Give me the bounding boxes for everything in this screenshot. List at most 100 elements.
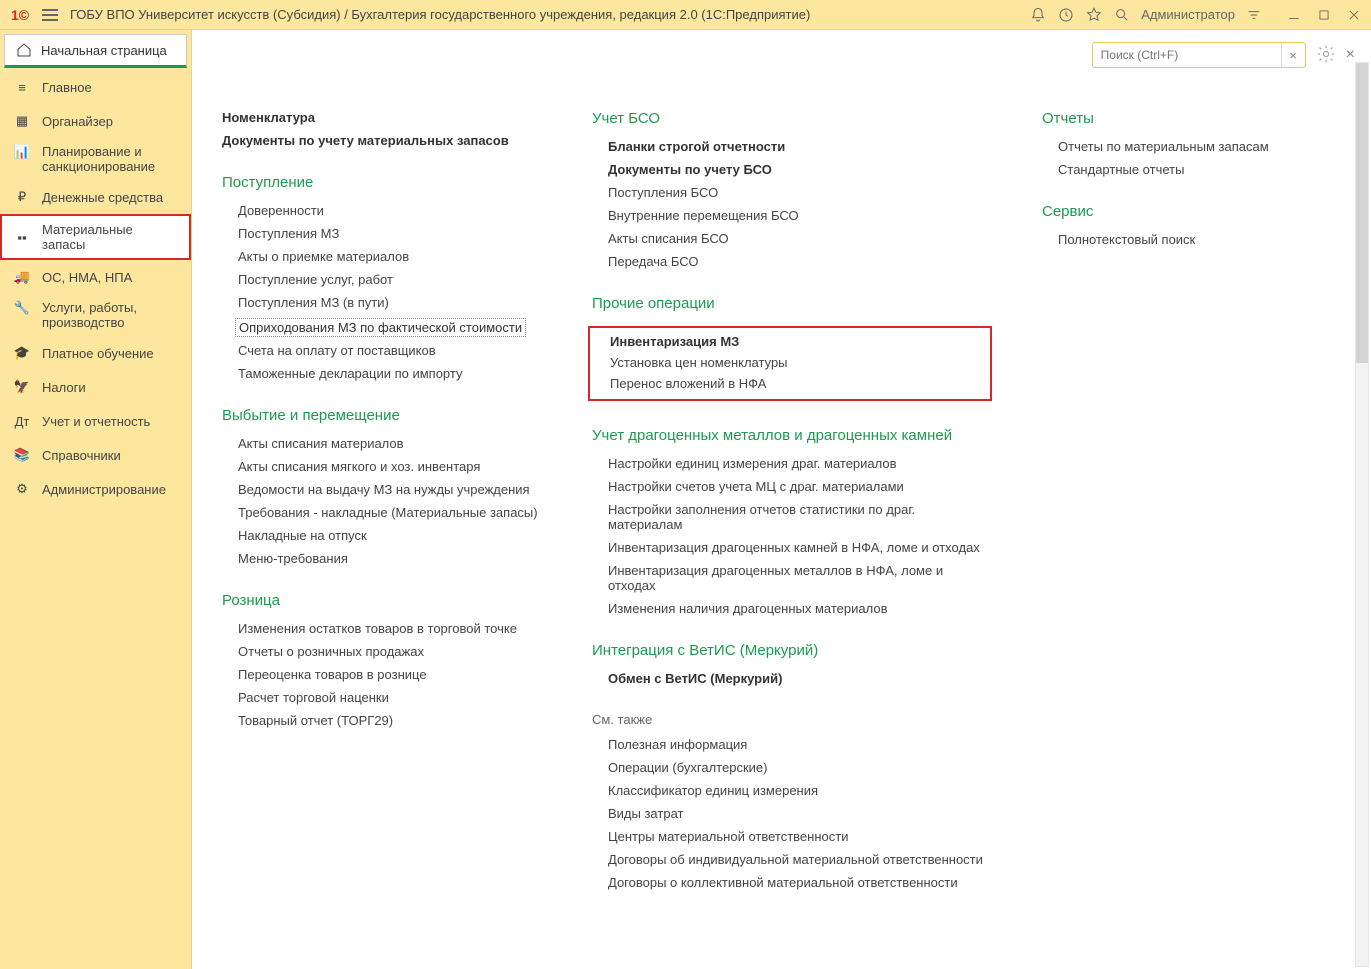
scrollbar[interactable] bbox=[1355, 62, 1369, 967]
link-incoming-transit[interactable]: Поступления МЗ (в пути) bbox=[222, 295, 542, 310]
sidebar-item-directories[interactable]: 📚Справочники bbox=[0, 438, 191, 472]
graduation-icon: 🎓 bbox=[12, 345, 32, 361]
calendar-icon: ▦ bbox=[12, 113, 32, 129]
settings-gear-icon[interactable] bbox=[1316, 44, 1336, 67]
link-standard-reports[interactable]: Стандартные отчеты bbox=[1042, 162, 1282, 177]
link-precious-stones-inv[interactable]: Инвентаризация драгоценных камней в НФА,… bbox=[592, 540, 992, 555]
link-supplier-invoices[interactable]: Счета на оплату от поставщиков bbox=[222, 343, 542, 358]
link-issue-sheets[interactable]: Ведомости на выдачу МЗ на нужды учрежден… bbox=[222, 482, 542, 497]
link-acceptance-acts[interactable]: Акты о приемке материалов bbox=[222, 249, 542, 264]
close-icon[interactable] bbox=[1345, 6, 1363, 24]
sidebar-item-education[interactable]: 🎓Платное обучение bbox=[0, 336, 191, 370]
link-menu-req[interactable]: Меню-требования bbox=[222, 551, 542, 566]
menu-icon[interactable] bbox=[38, 3, 62, 27]
link-requirements[interactable]: Требования - накладные (Материальные зап… bbox=[222, 505, 542, 520]
link-strict-forms[interactable]: Бланки строгой отчетности bbox=[592, 139, 992, 154]
link-incoming-mz[interactable]: Поступления МЗ bbox=[222, 226, 542, 241]
home-tab[interactable]: Начальная страница bbox=[4, 34, 187, 68]
group-disposal: Выбытие и перемещение bbox=[222, 407, 542, 424]
sidebar-item-main[interactable]: ≡Главное bbox=[0, 70, 191, 104]
settings-icon[interactable] bbox=[1245, 6, 1263, 24]
link-operations[interactable]: Операции (бухгалтерские) bbox=[592, 760, 992, 775]
link-services-incoming[interactable]: Поступление услуг, работ bbox=[222, 272, 542, 287]
group-other: Прочие операции bbox=[592, 295, 992, 312]
sidebar-item-planning[interactable]: 📊Планирование и санкционирование bbox=[0, 138, 191, 180]
scrollbar-thumb[interactable] bbox=[1356, 63, 1368, 363]
link-release-notes[interactable]: Накладные на отпуск bbox=[222, 528, 542, 543]
link-torg29[interactable]: Товарный отчет (ТОРГ29) bbox=[222, 713, 542, 728]
link-collective-contracts[interactable]: Договоры о коллективной материальной отв… bbox=[592, 875, 992, 890]
link-markup-calc[interactable]: Расчет торговой наценки bbox=[222, 690, 542, 705]
group-retail: Розница bbox=[222, 592, 542, 609]
group-precious: Учет драгоценных металлов и драгоценных … bbox=[592, 427, 992, 444]
history-icon[interactable] bbox=[1057, 6, 1075, 24]
link-stock-changes[interactable]: Изменения остатков товаров в торговой то… bbox=[222, 621, 542, 636]
logo-1c: 1© bbox=[8, 5, 32, 25]
search-input[interactable] bbox=[1092, 42, 1306, 68]
link-writeoff-soft[interactable]: Акты списания мягкого и хоз. инвентаря bbox=[222, 459, 542, 474]
list-icon: ≡ bbox=[12, 80, 32, 95]
link-revaluation[interactable]: Переоценка товаров в рознице bbox=[222, 667, 542, 682]
link-bso-writeoff[interactable]: Акты списания БСО bbox=[592, 231, 992, 246]
link-proxy[interactable]: Доверенности bbox=[222, 203, 542, 218]
link-vetis-exchange[interactable]: Обмен с ВетИС (Меркурий) bbox=[592, 671, 992, 686]
group-incoming: Поступление bbox=[222, 174, 542, 191]
link-bso-incoming[interactable]: Поступления БСО bbox=[592, 185, 992, 200]
truck-icon: 🚚 bbox=[12, 269, 32, 285]
ruble-icon: ₽ bbox=[12, 189, 32, 205]
link-precious-stats[interactable]: Настройки заполнения отчетов статистики … bbox=[592, 502, 992, 532]
close-panel-icon[interactable]: × bbox=[1346, 46, 1355, 64]
link-individual-contracts[interactable]: Договоры об индивидуальной материальной … bbox=[592, 852, 992, 867]
star-icon[interactable] bbox=[1085, 6, 1103, 24]
link-precious-changes[interactable]: Изменения наличия драгоценных материалов bbox=[592, 601, 992, 616]
minimize-icon[interactable] bbox=[1285, 6, 1303, 24]
link-units-classifier[interactable]: Классификатор единиц измерения bbox=[592, 783, 992, 798]
link-fulltext-search[interactable]: Полнотекстовый поиск bbox=[1042, 232, 1282, 247]
sidebar-item-materials[interactable]: ▪▪Материальные запасы bbox=[0, 214, 191, 260]
link-bso-docs[interactable]: Документы по учету БСО bbox=[592, 162, 992, 177]
link-mat-reports[interactable]: Отчеты по материальным запасам bbox=[1042, 139, 1282, 154]
bell-icon[interactable] bbox=[1029, 6, 1047, 24]
link-precious-units[interactable]: Настройки единиц измерения драг. материа… bbox=[592, 456, 992, 471]
link-docs-mz[interactable]: Документы по учету материальных запасов bbox=[222, 133, 542, 148]
sidebar-item-accounting[interactable]: ДтУчет и отчетность bbox=[0, 404, 191, 438]
link-price-setup[interactable]: Установка цен номенклатуры bbox=[594, 355, 986, 370]
link-cost-types[interactable]: Виды затрат bbox=[592, 806, 992, 821]
link-inventory-mz[interactable]: Инвентаризация МЗ bbox=[594, 334, 986, 349]
link-writeoff-acts[interactable]: Акты списания материалов bbox=[222, 436, 542, 451]
ledger-icon: Дт bbox=[12, 414, 32, 429]
group-vetis: Интеграция с ВетИС (Меркурий) bbox=[592, 642, 992, 659]
window-title: ГОБУ ВПО Университет искусств (Субсидия)… bbox=[70, 7, 1029, 22]
user-label[interactable]: Администратор bbox=[1141, 7, 1235, 22]
link-customs[interactable]: Таможенные декларации по импорту bbox=[222, 366, 542, 381]
link-bso-internal[interactable]: Внутренние перемещения БСО bbox=[592, 208, 992, 223]
link-precious-accounts[interactable]: Настройки счетов учета МЦ с драг. матери… bbox=[592, 479, 992, 494]
link-mat-centers[interactable]: Центры материальной ответственности bbox=[592, 829, 992, 844]
sidebar-item-admin[interactable]: ⚙Администрирование bbox=[0, 472, 191, 506]
plan-icon: 📊 bbox=[12, 144, 32, 160]
link-bso-transfer[interactable]: Передача БСО bbox=[592, 254, 992, 269]
search-icon[interactable] bbox=[1113, 6, 1131, 24]
clear-icon[interactable]: × bbox=[1281, 43, 1305, 67]
link-useful-info[interactable]: Полезная информация bbox=[592, 737, 992, 752]
sidebar-item-os[interactable]: 🚚ОС, НМА, НПА bbox=[0, 260, 191, 294]
highlighted-box: Инвентаризация МЗ Установка цен номенкла… bbox=[588, 326, 992, 401]
home-icon bbox=[15, 41, 33, 59]
group-reports: Отчеты bbox=[1042, 110, 1282, 127]
see-also-label: См. также bbox=[592, 712, 992, 727]
grid-icon: ▪▪ bbox=[12, 230, 32, 245]
link-actual-cost[interactable]: Оприходования МЗ по фактической стоимост… bbox=[235, 318, 526, 337]
sidebar-item-services[interactable]: 🔧Услуги, работы, производство bbox=[0, 294, 191, 336]
book-icon: 📚 bbox=[12, 447, 32, 463]
sidebar-item-taxes[interactable]: 🦅Налоги bbox=[0, 370, 191, 404]
maximize-icon[interactable] bbox=[1315, 6, 1333, 24]
group-bso: Учет БСО bbox=[592, 110, 992, 127]
link-nfa-transfer[interactable]: Перенос вложений в НФА bbox=[594, 376, 986, 391]
link-retail-reports[interactable]: Отчеты о розничных продажах bbox=[222, 644, 542, 659]
sidebar-item-organizer[interactable]: ▦Органайзер bbox=[0, 104, 191, 138]
link-nomenclature[interactable]: Номенклатура bbox=[222, 110, 542, 125]
link-precious-metals-inv[interactable]: Инвентаризация драгоценных металлов в НФ… bbox=[592, 563, 992, 593]
tools-icon: 🔧 bbox=[12, 300, 32, 316]
group-service: Сервис bbox=[1042, 203, 1282, 220]
sidebar-item-money[interactable]: ₽Денежные средства bbox=[0, 180, 191, 214]
